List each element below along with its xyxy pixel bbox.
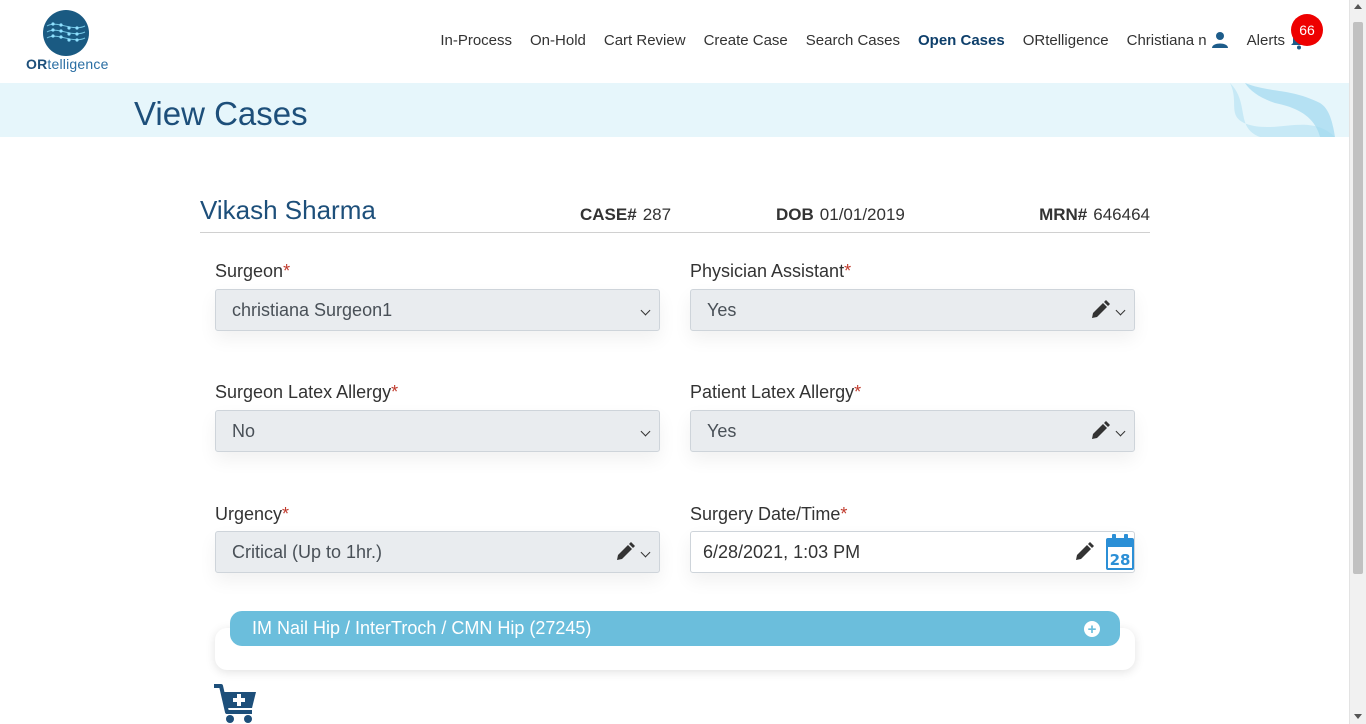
case-number: CASE# 287: [580, 205, 672, 224]
logo-globe-icon: [43, 10, 89, 56]
procedure-title: IM Nail Hip / InterTroch / CMN Hip (2724…: [252, 618, 592, 638]
main-nav: In-Process On-Hold Cart Review Create Ca…: [422, 14, 1323, 50]
chevron-down-icon: [1115, 426, 1126, 437]
user-icon: [1211, 32, 1228, 48]
nav-on-hold[interactable]: On-Hold: [530, 32, 586, 49]
pencil-icon[interactable]: [1090, 300, 1110, 320]
nav-create-case[interactable]: Create Case: [704, 32, 788, 49]
patient-dob: DOB 01/01/2019: [776, 205, 905, 224]
pencil-icon[interactable]: [1074, 542, 1094, 562]
nav-search-cases[interactable]: Search Cases: [806, 32, 900, 49]
scroll-up-arrow[interactable]: [1354, 4, 1362, 9]
patient-name: Vikash Sharma: [200, 195, 376, 225]
physician-assistant-select[interactable]: Yes: [690, 289, 1135, 331]
chevron-down-icon: [640, 547, 651, 558]
physician-assistant-label: Physician Assistant*: [690, 261, 852, 281]
patient-header: Vikash Sharma CASE# 287 DOB 01/01/2019 MRN…: [200, 195, 1150, 233]
pencil-icon[interactable]: [1090, 421, 1110, 441]
alerts-count-badge: 66: [1291, 14, 1323, 46]
scroll-down-arrow[interactable]: [1354, 714, 1362, 719]
pencil-icon[interactable]: [615, 542, 635, 562]
patient-mrn: MRN# 646464: [1039, 205, 1150, 224]
surgeon-latex-allergy-select[interactable]: No: [215, 410, 660, 452]
scroll-thumb[interactable]: [1353, 22, 1363, 574]
nav-in-process[interactable]: In-Process: [440, 32, 512, 49]
user-name: Christiana n: [1126, 31, 1207, 49]
urgency-label: Urgency*: [215, 504, 290, 524]
patient-latex-allergy-select[interactable]: Yes: [690, 410, 1135, 452]
nav-open-cases[interactable]: Open Cases: [918, 32, 1005, 49]
page-title: View Cases: [134, 95, 308, 132]
page-banner: View Cases: [0, 83, 1349, 137]
procedure-header[interactable]: IM Nail Hip / InterTroch / CMN Hip (2724…: [230, 611, 1120, 646]
logo-wordmark: ORtelligence: [26, 56, 109, 72]
urgency-select[interactable]: Critical (Up to 1hr.): [215, 531, 660, 573]
user-menu[interactable]: Christiana n: [1127, 31, 1229, 49]
vertical-scrollbar[interactable]: [1349, 0, 1366, 724]
surgery-datetime-input[interactable]: 6/28/2021, 1:03 PM 28: [690, 531, 1135, 573]
plus-circle-icon[interactable]: +: [1084, 621, 1100, 637]
calendar-icon[interactable]: 28: [1105, 533, 1135, 571]
patient-latex-allergy-label: Patient Latex Allergy*: [690, 382, 862, 402]
top-navbar: ORtelligence In-Process On-Hold Cart Rev…: [0, 0, 1349, 83]
chevron-down-icon: [640, 426, 651, 437]
chevron-down-icon: [1115, 305, 1126, 316]
app-logo[interactable]: ORtelligence: [22, 8, 114, 76]
nav-ortelligence[interactable]: ORtelligence: [1023, 32, 1109, 49]
page: ORtelligence In-Process On-Hold Cart Rev…: [0, 0, 1366, 724]
surgeon-label: Surgeon*: [215, 261, 291, 281]
wave-decoration: [1230, 83, 1335, 137]
chevron-down-icon: [640, 305, 651, 316]
alerts-label: Alerts: [1246, 31, 1285, 49]
surgery-datetime-label: Surgery Date/Time*: [690, 504, 848, 524]
cart-plus-icon[interactable]: [214, 684, 258, 724]
surgeon-select[interactable]: christiana Surgeon1: [215, 289, 660, 331]
svg-text:28: 28: [1110, 551, 1131, 569]
surgeon-latex-allergy-label: Surgeon Latex Allergy*: [215, 382, 399, 402]
nav-cart-review[interactable]: Cart Review: [604, 32, 686, 49]
alerts-menu[interactable]: Alerts 66: [1246, 14, 1323, 50]
